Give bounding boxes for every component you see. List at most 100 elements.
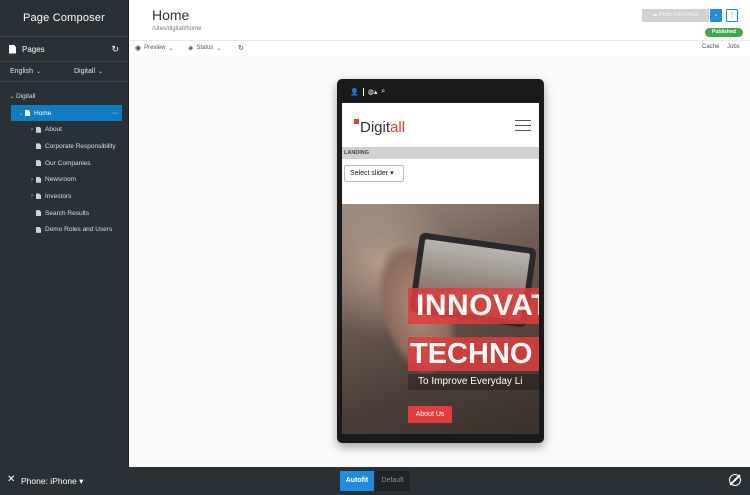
- tree-item-label: About: [45, 126, 62, 134]
- page-icon: [36, 160, 41, 167]
- tree-item[interactable]: Search Results: [0, 205, 128, 222]
- tree-item-label: Our Companies: [45, 159, 91, 167]
- page-icon: [36, 126, 41, 133]
- tree-item-label: Demo Roles and Users: [45, 226, 113, 234]
- logo-mark-icon: [354, 119, 359, 124]
- language-select[interactable]: English ⌄: [0, 68, 64, 75]
- tree-item-label: Home: [34, 109, 52, 117]
- phone-screen: Digitall LANDING Select slider ▾ INNOVAT…: [342, 103, 539, 434]
- app-title: Page Composer: [22, 12, 106, 24]
- caret-down-icon: ▾: [79, 476, 84, 486]
- page-tree: ⌄ Digitall ⌄ Home ··· › About Corporate Respons…: [0, 82, 128, 238]
- search-icon[interactable]: ⌕: [381, 88, 385, 96]
- tree-item[interactable]: ⌄ Digitall: [0, 88, 128, 105]
- language-value: English: [10, 68, 33, 75]
- tree-item[interactable]: Demo Roles and Users: [0, 222, 128, 239]
- site-value: Digitall: [74, 68, 96, 75]
- refresh-icon: ↻: [238, 45, 244, 52]
- chevron-down-icon: ⌄: [168, 45, 174, 52]
- bottom-bar: ✕ Phone: iPhone ▾ Autofit Default: [0, 467, 750, 495]
- page-title: Home: [152, 7, 190, 23]
- tree-item-label: Corporate Responsibility: [45, 142, 116, 150]
- page-icon: [36, 226, 41, 233]
- page-icon: [36, 176, 41, 183]
- cache-button[interactable]: Cache: [702, 44, 719, 50]
- hero-headline-line2: TECHNO: [408, 337, 539, 371]
- hero-slider: INNOVAT TECHNO To Improve Everyday Li Ab…: [342, 204, 539, 434]
- publish-page-button[interactable]: ☁ PUBLISH PAGE: [642, 9, 709, 22]
- refresh-button[interactable]: ↻: [238, 44, 247, 52]
- tree-item-label: Investors: [45, 192, 72, 200]
- tree-item[interactable]: Corporate Responsibility: [0, 138, 128, 155]
- autofit-button[interactable]: Autofit: [340, 471, 374, 491]
- tree-item-label: Digitall: [16, 92, 36, 100]
- globe-icon[interactable]: ◍▴: [368, 88, 378, 96]
- layers-icon: ◈: [188, 45, 194, 52]
- publish-dropdown-button[interactable]: ⌄: [710, 9, 722, 22]
- chevron-right-icon[interactable]: ›: [28, 193, 36, 199]
- cloud-icon: ☁: [652, 12, 660, 18]
- sidebar: Page Composer Pages ↻ English ⌄ Digitall ⌄…: [0, 0, 129, 467]
- kebab-icon: ⋮: [728, 12, 736, 19]
- pages-header: Pages ↻: [0, 36, 128, 62]
- status-badge: Published: [705, 28, 743, 37]
- caret-down-icon: ▾: [390, 170, 394, 177]
- logo-prefix: Digit: [360, 119, 391, 136]
- select-slider-label: Select slider: [350, 170, 389, 177]
- about-us-button[interactable]: About Us: [408, 406, 452, 423]
- chevron-down-icon: ⌄: [713, 12, 719, 18]
- site-logo[interactable]: Digitall: [354, 119, 406, 136]
- device-selector[interactable]: Phone: iPhone ▾: [21, 476, 83, 487]
- chevron-right-icon[interactable]: ›: [28, 127, 36, 133]
- logo-suffix: all: [390, 119, 406, 136]
- hero-headline-line1: INNOVAT: [408, 288, 539, 324]
- page-icon: [36, 210, 41, 217]
- eye-icon: ◉: [135, 45, 142, 52]
- divider: [362, 88, 364, 96]
- chevron-down-icon[interactable]: ⌄: [17, 110, 25, 117]
- jobs-button[interactable]: Jobs: [727, 44, 740, 50]
- chevron-down-icon: ⌄: [216, 45, 222, 52]
- tree-item[interactable]: ⌄ Home ···: [11, 104, 122, 122]
- chevron-down-icon: ⌄: [35, 69, 41, 75]
- tree-item-label: Search Results: [45, 209, 90, 217]
- tree-item[interactable]: › Newsroom: [0, 171, 128, 188]
- tree-item-label: Newsroom: [45, 176, 77, 184]
- preview-menu[interactable]: ◉ Preview ⌄: [135, 44, 173, 52]
- tree-item[interactable]: › Investors: [0, 188, 128, 205]
- refresh-icon[interactable]: ↻: [111, 44, 119, 55]
- language-site-selectors: English ⌄ Digitall ⌄: [0, 62, 128, 82]
- landing-area-label: LANDING: [342, 147, 539, 159]
- site-header: Digitall: [342, 103, 539, 147]
- page-icon: [36, 143, 41, 150]
- preview-label: Preview: [144, 45, 166, 51]
- publish-label: PUBLISH PAGE: [659, 12, 699, 18]
- default-button[interactable]: Default: [375, 471, 410, 491]
- more-icon[interactable]: ···: [111, 110, 122, 117]
- phone-frame: 👤 ◍▴ ⌕ Digitall LANDING Select slider ▾ …: [337, 79, 544, 443]
- tree-item[interactable]: › About: [0, 121, 128, 138]
- page-path: /sites/digitall/home: [152, 26, 202, 32]
- page-icon: [25, 110, 30, 117]
- hero-subtitle: To Improve Everyday Li: [408, 374, 539, 390]
- rotate-device-icon[interactable]: [729, 474, 741, 486]
- pages-label: Pages: [22, 44, 45, 54]
- toolbar: ◉ Preview ⌄ ◈ Status ⌄ ↻ Cache Jobs: [129, 41, 750, 56]
- site-select[interactable]: Digitall ⌄: [64, 68, 128, 75]
- status-menu[interactable]: ◈ Status ⌄: [188, 44, 221, 52]
- chevron-down-icon[interactable]: ⌄: [8, 93, 16, 100]
- select-slider-dropdown[interactable]: Select slider ▾: [344, 165, 404, 182]
- page-header: Home /sites/digitall/home ☁ PUBLISH PAGE…: [129, 0, 750, 41]
- close-icon[interactable]: ✕: [7, 474, 15, 485]
- device-label: Phone: iPhone: [21, 476, 77, 486]
- page-icon: [9, 44, 16, 54]
- page-icon: [36, 193, 41, 200]
- user-icon[interactable]: 👤: [350, 88, 359, 96]
- more-options-button[interactable]: ⋮: [726, 9, 738, 22]
- hamburger-menu-icon[interactable]: [515, 120, 531, 135]
- phone-toolbar: 👤 ◍▴ ⌕: [350, 88, 385, 96]
- tree-item[interactable]: Our Companies: [0, 155, 128, 172]
- status-label: Status: [196, 45, 214, 51]
- chevron-right-icon[interactable]: ›: [28, 177, 36, 183]
- chevron-down-icon: ⌄: [98, 69, 104, 75]
